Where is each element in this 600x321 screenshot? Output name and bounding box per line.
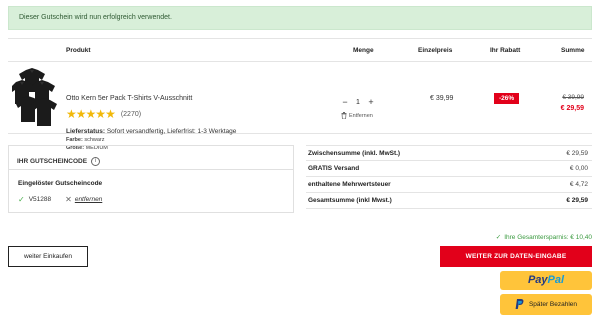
qty-decrease-button[interactable]: − [340, 97, 350, 107]
qty-increase-button[interactable]: + [366, 97, 376, 107]
cart-item-row: Otto Kern 5er Pack T-Shirts V-Ausschnitt… [8, 62, 592, 151]
star-icon: ★ [85, 107, 97, 121]
header-qty: Menge [353, 47, 374, 54]
product-color: Farbe: schwarz [66, 137, 105, 143]
product-name[interactable]: Otto Kern 5er Pack T-Shirts V-Ausschnitt [66, 95, 192, 102]
summary-value: € 29,59 [566, 150, 588, 157]
new-price: € 29,59 [560, 105, 584, 112]
table-header: Produkt Menge Einzelpreis Ihr Rabatt Sum… [8, 38, 592, 62]
summary-row-total: Gesamtsumme (inkl Mwst.) € 29,59 [306, 193, 592, 209]
remove-item-button[interactable]: Entfernen [341, 112, 373, 119]
continue-shopping-button[interactable]: weiter Einkaufen [8, 246, 88, 267]
color-value: schwarz [84, 137, 105, 143]
summary-label: Zwischensumme (inkl. MwSt.) [308, 150, 401, 157]
remove-voucher-link[interactable]: entfernen [75, 196, 102, 203]
delivery-value: Sofort versandfertig, Lieferfrist: 1-3 W… [106, 128, 237, 135]
unit-price: € 39,99 [430, 95, 454, 102]
close-icon[interactable]: ✕ [65, 195, 72, 204]
star-icon: ★ [75, 107, 87, 121]
old-price: € 39,99 [562, 94, 584, 101]
pay-later-label: Später Bezahlen [528, 301, 578, 308]
product-image[interactable] [12, 68, 58, 128]
header-sum: Summe [561, 47, 585, 54]
star-icon: ★ [66, 107, 77, 121]
discount-badge: -26% [494, 93, 520, 104]
voucher-header: IHR GUTSCHEINCODE i [9, 146, 293, 170]
paypal-icon [515, 299, 524, 309]
voucher-panel: IHR GUTSCHEINCODE i Eingelöster Gutschei… [8, 145, 294, 213]
header-discount: Ihr Rabatt [490, 47, 521, 54]
header-unit-price: Einzelpreis [418, 47, 453, 54]
summary-value: € 4,72 [569, 181, 588, 188]
delivery-status: Lieferstatus: Sofort versandfertig, Lief… [66, 128, 236, 135]
summary-label: enthaltene Mehrwertsteuer [308, 181, 391, 188]
product-rating[interactable]: ★ ★ ★ ★ ★ (2270) [66, 108, 141, 120]
summary-row-subtotal: Zwischensumme (inkl. MwSt.) € 29,59 [306, 145, 592, 161]
voucher-code: V51288 [28, 196, 52, 203]
voucher-title: IHR GUTSCHEINCODE [17, 158, 88, 165]
star-icon: ★ [95, 107, 106, 121]
redeemed-label: Eingelöster Gutscheincode [18, 180, 103, 187]
qty-value[interactable]: 1 [350, 99, 366, 106]
remove-label: Entfernen [349, 112, 373, 119]
check-icon: ✓ [495, 234, 502, 241]
star-half-icon: ★ [105, 107, 116, 121]
paypal-button[interactable]: PayPal [500, 271, 592, 290]
success-message: Dieser Gutschein wird nun erfolgreich ve… [19, 14, 172, 21]
check-icon: ✓ [18, 195, 25, 204]
rating-count: (2270) [120, 110, 142, 118]
summary-value: € 0,00 [569, 165, 588, 172]
savings-text: Ihre Gesamtersparnis: € 10,40 [504, 233, 592, 241]
info-icon[interactable]: i [91, 157, 101, 166]
order-summary: Zwischensumme (inkl. MwSt.) € 29,59 GRAT… [306, 145, 592, 209]
delivery-label: Lieferstatus: [66, 128, 106, 135]
checkout-button[interactable]: WEITER ZUR DATEN-EINGABE [440, 246, 592, 267]
summary-row-vat: enthaltene Mehrwertsteuer € 4,72 [306, 177, 592, 193]
header-product: Produkt [66, 47, 91, 54]
pay-later-button[interactable]: Später Bezahlen [500, 294, 592, 315]
summary-row-shipping: GRATIS Versand € 0,00 [306, 161, 592, 177]
summary-label: GRATIS Versand [308, 165, 360, 172]
quantity-stepper: − 1 + [340, 97, 376, 107]
paypal-logo-pal: Pal [547, 274, 565, 286]
redeemed-code-line: ✓ V51288 ✕ entfernen [18, 195, 102, 204]
total-savings: ✓ Ihre Gesamtersparnis: € 10,40 [495, 233, 592, 242]
summary-label: Gesamtsumme (inkl Mwst.) [308, 197, 392, 204]
cart-table: Produkt Menge Einzelpreis Ihr Rabatt Sum… [8, 38, 592, 151]
color-label: Farbe: [66, 137, 83, 143]
summary-value: € 29,59 [566, 197, 588, 204]
paypal-logo-pay: Pay [527, 274, 548, 286]
trash-icon [341, 112, 347, 119]
success-banner: Dieser Gutschein wird nun erfolgreich ve… [8, 6, 592, 30]
